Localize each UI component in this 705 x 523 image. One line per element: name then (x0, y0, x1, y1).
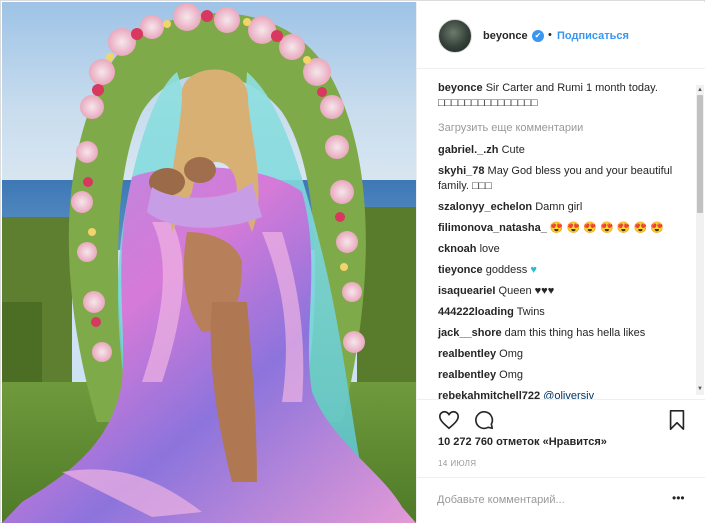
comment-item: skyhi_78 May God bless you and your beau… (438, 164, 688, 194)
comment-username-link[interactable]: rebekahmitchell722 (438, 390, 540, 399)
comment-item: isaquearieI Queen ♥♥♥ (438, 284, 688, 299)
post-photo-illustration (2, 2, 416, 523)
comment-text: Queen ♥♥♥ (498, 285, 555, 297)
heart-outline-icon[interactable] (438, 409, 460, 431)
follow-button[interactable]: Подписаться (557, 30, 629, 42)
post-photo[interactable] (2, 2, 416, 523)
scroll-down-arrow-icon[interactable]: ▼ (696, 385, 704, 393)
comment-username-link[interactable]: cknoah (438, 243, 477, 255)
comment-username-link[interactable]: tieyonce (438, 264, 483, 276)
post-side-panel: beyonce ✔ • Подписаться beyonce Sir Cart… (416, 2, 705, 523)
comment-text: Cute (501, 144, 525, 156)
comment-username-link[interactable]: isaquearieI (438, 285, 495, 297)
more-options-icon[interactable]: ••• (672, 491, 685, 505)
comment-item: szalonyy_echelon Damn girl (438, 200, 688, 215)
load-more-comments-link[interactable]: Загрузить еще комментарии (438, 122, 583, 134)
comment-username-link[interactable]: skyhi_78 (438, 165, 484, 177)
verified-badge-icon: ✔ (532, 30, 544, 42)
comment-item: jack__shore dam this thing has hella lik… (438, 326, 688, 341)
comment-item: cknoah love (438, 242, 688, 257)
comment-username-link[interactable]: realbentley (438, 369, 496, 381)
scroll-up-arrow-icon[interactable]: ▲ (696, 86, 704, 94)
scrollbar-thumb[interactable] (697, 95, 703, 213)
comment-item: realbentley Omg (438, 347, 688, 362)
comment-username-link[interactable]: szalonyy_echelon (438, 201, 532, 213)
comment-text: Omg (499, 348, 523, 360)
comment-username-link[interactable]: filimonova_natasha_ (438, 222, 547, 234)
comment-item: 444222loading Twins (438, 305, 688, 320)
comment-text: Omg (499, 369, 523, 381)
header-username-link[interactable]: beyonce (483, 30, 528, 42)
comment-username-link[interactable]: gabriel._.zh (438, 144, 499, 156)
avatar[interactable] (438, 19, 472, 53)
comment-text: 😍 😍 😍 😍 😍 😍 😍 (549, 222, 665, 234)
comment-mention-link[interactable]: @oliversiv (543, 390, 594, 399)
speech-bubble-icon[interactable] (473, 409, 495, 431)
comment-item: tieyonce goddess ♥ (438, 263, 688, 278)
comments-list[interactable]: beyonce Sir Carter and Rumi 1 month toda… (417, 70, 705, 399)
comment-username-link[interactable]: realbentley (438, 348, 496, 360)
add-comment-bar: ••• (417, 477, 705, 523)
instagram-post-modal: beyonce ✔ • Подписаться beyonce Sir Cart… (0, 0, 705, 523)
comment-username-link[interactable]: jack__shore (438, 327, 502, 339)
blue-heart-icon: ♥ (530, 264, 537, 276)
comment-text: Damn girl (535, 201, 583, 213)
comment-item: rebekahmitchell722 @oliversiv (438, 389, 688, 399)
comment-text: dam this thing has hella likes (504, 327, 646, 339)
bookmark-icon[interactable] (668, 409, 686, 431)
comment-text: Twins (516, 306, 545, 318)
add-comment-input[interactable] (437, 490, 667, 510)
comment-text: love (479, 243, 500, 255)
comment-item: filimonova_natasha_ 😍 😍 😍 😍 😍 😍 😍 (438, 221, 688, 236)
likes-count[interactable]: 10 272 760 отметок «Нравится» (438, 436, 607, 448)
caption: beyonce Sir Carter and Rumi 1 month toda… (438, 81, 688, 111)
comment-text: goddess (485, 264, 528, 276)
comment-item: gabriel._.zh Cute (438, 143, 688, 158)
header-separator: • (548, 29, 552, 41)
post-header: beyonce ✔ • Подписаться (417, 2, 705, 69)
caption-username-link[interactable]: beyonce (438, 82, 483, 94)
comment-item: realbentley Omg (438, 368, 688, 383)
post-date[interactable]: 14 ИЮЛЯ (438, 459, 476, 468)
post-actions-bar (417, 399, 705, 439)
comment-username-link[interactable]: 444222loading (438, 306, 514, 318)
